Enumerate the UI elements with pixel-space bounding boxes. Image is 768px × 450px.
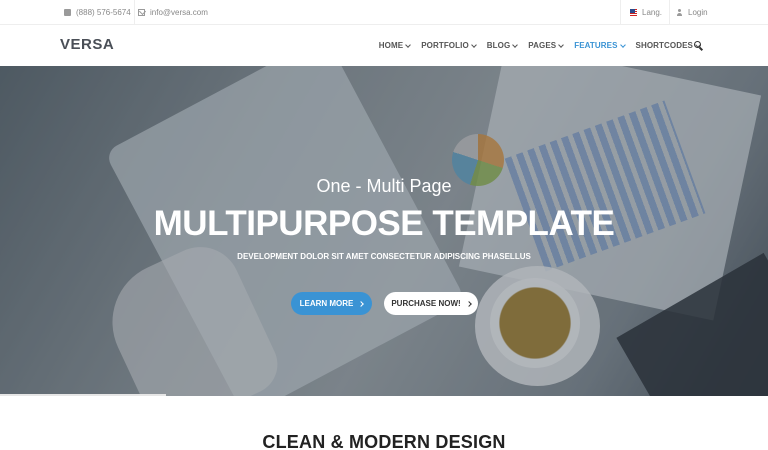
chevron-right-icon bbox=[465, 300, 472, 307]
email-address[interactable]: info@versa.com bbox=[150, 8, 208, 17]
nav-item-home[interactable]: HOME bbox=[379, 41, 412, 50]
nav-label[interactable]: HOME bbox=[379, 41, 403, 50]
divider bbox=[134, 0, 135, 25]
nav-item-portfolio[interactable]: PORTFOLIO bbox=[421, 41, 477, 50]
language-selector[interactable]: Lang. bbox=[630, 0, 662, 25]
email-contact[interactable]: info@versa.com bbox=[138, 0, 208, 25]
language-label[interactable]: Lang. bbox=[642, 8, 662, 17]
nav-item-pages[interactable]: PAGES bbox=[528, 41, 565, 50]
section-title: CLEAN & MODERN DESIGN bbox=[262, 432, 506, 450]
login-link[interactable]: Login bbox=[676, 0, 708, 25]
button-label[interactable]: PURCHASE NOW! bbox=[391, 299, 460, 308]
hero-banner: One - Multi Page MULTIPURPOSE TEMPLATE D… bbox=[0, 66, 768, 396]
nav-label[interactable]: BLOG bbox=[487, 41, 511, 50]
mail-icon bbox=[138, 9, 145, 16]
nav-label[interactable]: PAGES bbox=[528, 41, 556, 50]
divider bbox=[620, 0, 621, 25]
user-icon bbox=[676, 9, 683, 16]
main-header: VERSA HOME PORTFOLIO BLOG PAGES FEATURES… bbox=[0, 25, 768, 66]
chevron-down-icon bbox=[558, 41, 565, 48]
divider bbox=[669, 0, 670, 25]
nav-label[interactable]: FEATURES bbox=[574, 41, 617, 50]
us-flag-icon bbox=[630, 9, 637, 16]
chevron-down-icon bbox=[405, 41, 412, 48]
phone-contact: (888) 576-5674 bbox=[64, 0, 131, 25]
hero-subtitle: One - Multi Page bbox=[316, 176, 452, 196]
search-icon[interactable] bbox=[694, 41, 703, 50]
top-bar: (888) 576-5674 info@versa.com Lang. Logi… bbox=[0, 0, 768, 25]
purchase-now-button[interactable]: PURCHASE NOW! bbox=[384, 292, 478, 315]
login-label[interactable]: Login bbox=[688, 8, 708, 17]
learn-more-button[interactable]: LEARN MORE bbox=[291, 292, 372, 315]
main-nav: HOME PORTFOLIO BLOG PAGES FEATURES SHORT… bbox=[368, 25, 701, 66]
chevron-right-icon bbox=[358, 300, 365, 307]
logo[interactable]: VERSA bbox=[60, 36, 114, 53]
chevron-down-icon bbox=[619, 41, 626, 48]
hero-title: MULTIPURPOSE TEMPLATE bbox=[153, 204, 615, 243]
nav-label[interactable]: PORTFOLIO bbox=[421, 41, 469, 50]
hero-description: DEVELOPMENT DOLOR SIT AMET CONSECTETUR A… bbox=[237, 252, 531, 261]
nav-label[interactable]: SHORTCODES bbox=[636, 41, 693, 50]
chevron-down-icon bbox=[512, 41, 519, 48]
phone-number: (888) 576-5674 bbox=[76, 8, 131, 17]
nav-item-shortcodes[interactable]: SHORTCODES bbox=[636, 41, 701, 50]
button-label[interactable]: LEARN MORE bbox=[300, 299, 354, 308]
nav-item-features[interactable]: FEATURES bbox=[574, 41, 626, 50]
nav-item-blog[interactable]: BLOG bbox=[487, 41, 519, 50]
phone-icon bbox=[64, 9, 71, 16]
chevron-down-icon bbox=[470, 41, 477, 48]
hero-divider bbox=[0, 394, 166, 396]
